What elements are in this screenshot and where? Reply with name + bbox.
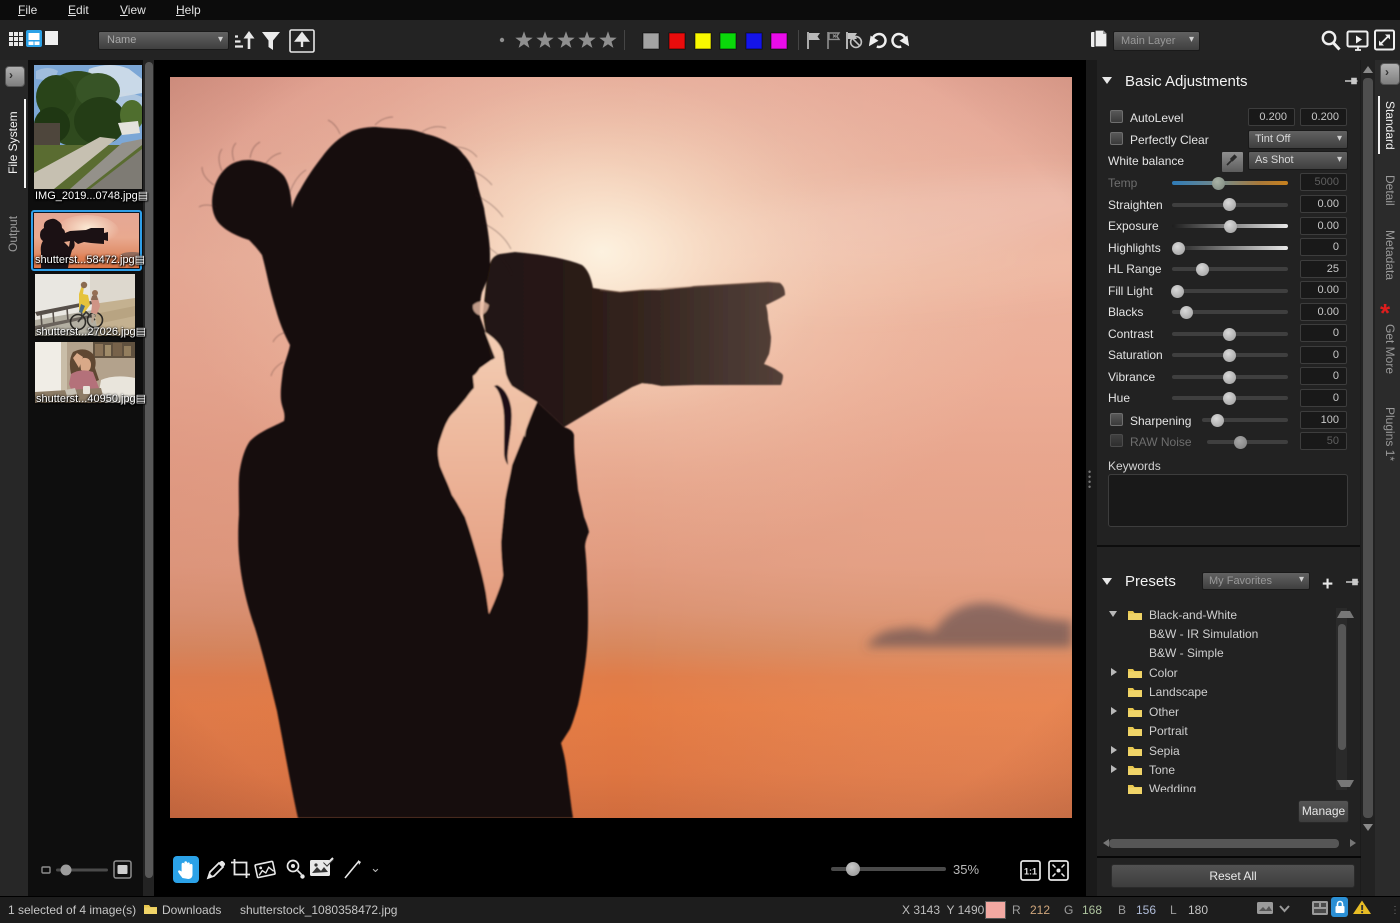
- svg-text:1:1: 1:1: [1024, 867, 1037, 877]
